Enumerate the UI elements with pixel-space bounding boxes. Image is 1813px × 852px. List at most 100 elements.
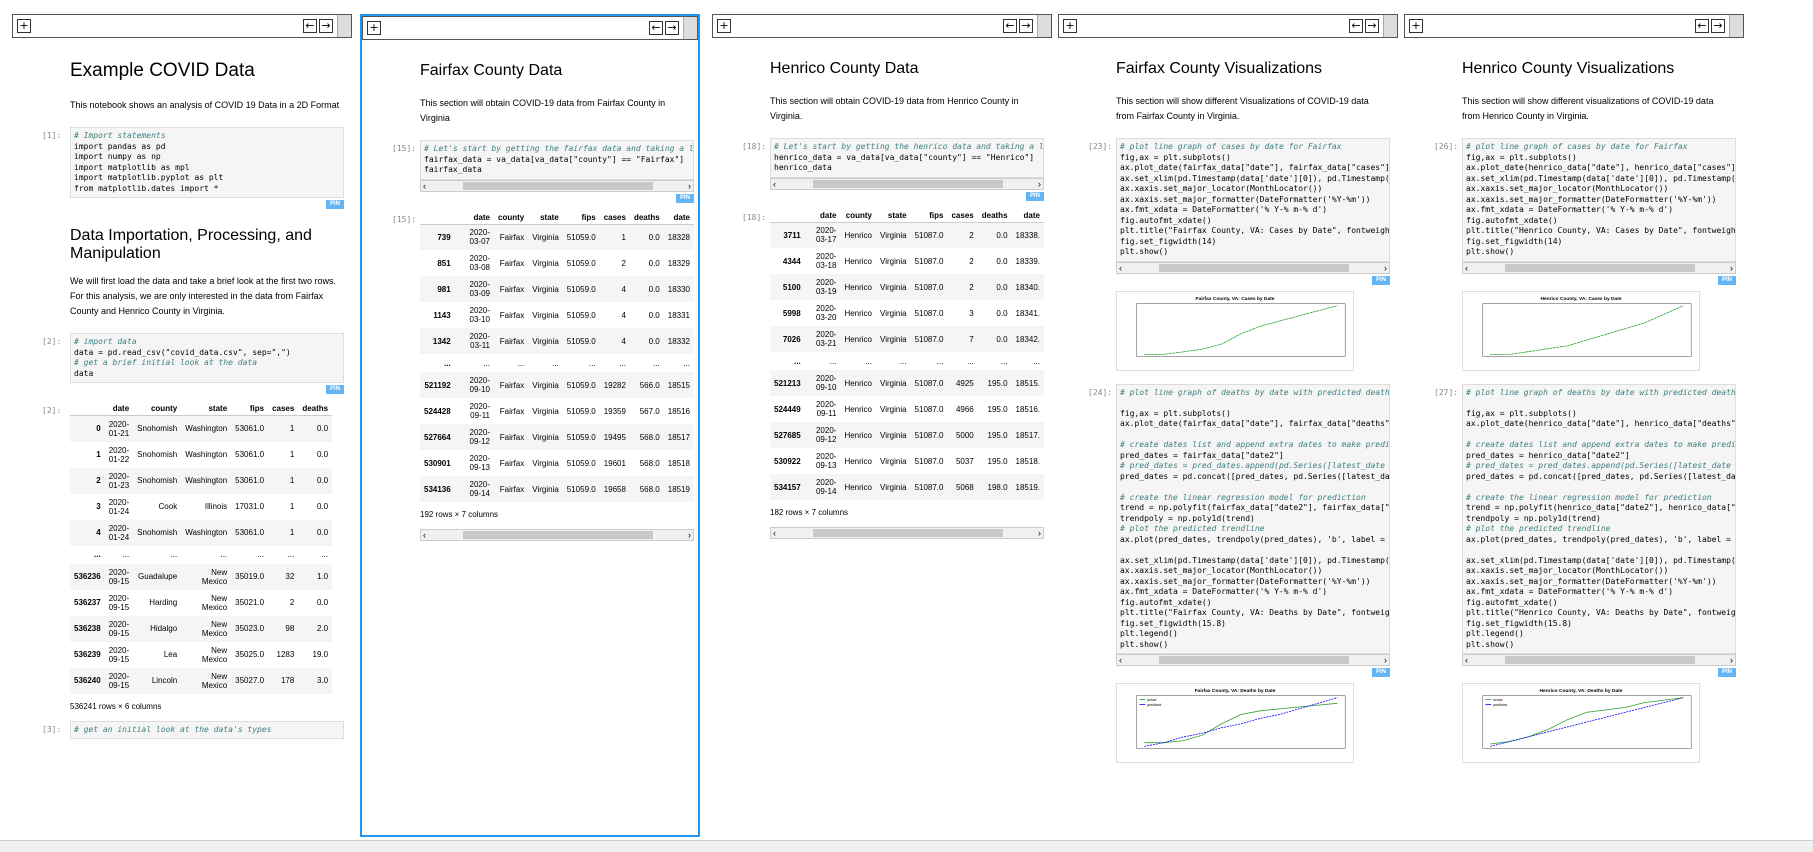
code-cell[interactable]: [26]: # plot line graph of cases by date… (1434, 138, 1738, 376)
code-editor[interactable]: # plot line graph of cases by date for F… (1116, 138, 1390, 262)
scroll-left-icon[interactable]: ‹ (1119, 655, 1122, 665)
scroll-left-icon[interactable]: ‹ (423, 530, 426, 540)
code-scrollbar[interactable]: ‹ › (420, 179, 694, 192)
row-index: 524428 (424, 406, 451, 416)
row-index: 4344 (782, 256, 801, 266)
scroll-right-icon[interactable]: › (1730, 263, 1733, 273)
window-horizontal-scrollbar[interactable] (0, 840, 1813, 852)
code-editor[interactable]: # get an initial look at the data's type… (70, 720, 344, 740)
scroll-right-icon[interactable]: › (1384, 655, 1387, 665)
table-cell: 2020-09-11 (469, 402, 490, 420)
next-icon[interactable]: → (1019, 19, 1033, 33)
pin-button[interactable]: PIN (326, 200, 344, 209)
code-cell[interactable]: [2]: # import data data = pd.read_csv("co… (42, 333, 346, 395)
code-scrollbar[interactable]: ‹ › (770, 177, 1044, 190)
table-cell: 35027.0 (231, 667, 269, 694)
table-scrollbar[interactable]: ‹ › (770, 527, 1044, 539)
prev-icon[interactable]: ← (1003, 19, 1017, 33)
panel-scrollbar[interactable] (337, 15, 351, 37)
code-cell[interactable]: [23]: # plot line graph of cases by date… (1088, 138, 1392, 376)
scroll-thumb[interactable] (1159, 656, 1349, 664)
scroll-thumb[interactable] (813, 529, 1003, 537)
pin-button[interactable]: PIN (1372, 668, 1390, 677)
next-icon[interactable]: → (319, 19, 333, 33)
panel-header: + ← → (712, 14, 1052, 38)
scroll-right-icon[interactable]: › (1730, 655, 1733, 665)
add-cell-button[interactable]: + (1063, 19, 1077, 33)
scroll-thumb[interactable] (1505, 263, 1695, 272)
table-scrollbar[interactable]: ‹ › (420, 529, 694, 541)
scroll-left-icon[interactable]: ‹ (1465, 263, 1468, 273)
table-cell: ... (552, 358, 559, 368)
code-scrollbar[interactable]: ‹ › (1116, 261, 1390, 274)
scroll-right-icon[interactable]: › (688, 181, 691, 191)
table-cell: 0.0 (317, 502, 329, 512)
table-cell: 18517 (663, 424, 694, 450)
panel-scrollbar[interactable] (1383, 15, 1397, 37)
code-line: # pred_dates = pred_dates.append(pd.Seri… (1120, 461, 1390, 470)
chart-title: Henrico County, VA: Cases by Date (1540, 295, 1621, 301)
pin-button[interactable]: PIN (1372, 275, 1390, 285)
table-cell: Virginia (528, 328, 563, 354)
add-cell-button[interactable]: + (17, 19, 31, 33)
scroll-thumb[interactable] (813, 179, 1003, 188)
panel-scrollbar[interactable] (1729, 15, 1743, 37)
next-icon[interactable]: → (1365, 19, 1379, 33)
table-cell: Henrico (844, 308, 873, 318)
add-cell-button[interactable]: + (1409, 19, 1423, 33)
table-cell: 51059.0 (562, 424, 600, 450)
table-cell: 19658 (599, 476, 630, 502)
prev-icon[interactable]: ← (649, 21, 663, 35)
code-scrollbar[interactable]: ‹ › (1462, 654, 1736, 666)
code-cell[interactable]: [27]: # plot line graph of deaths by dat… (1434, 383, 1738, 769)
prev-icon[interactable]: ← (1695, 19, 1709, 33)
scroll-left-icon[interactable]: ‹ (1465, 655, 1468, 665)
code-editor[interactable]: # Let's start by getting the fairfax dat… (420, 140, 694, 180)
column-header: deaths (977, 208, 1012, 223)
prev-icon[interactable]: ← (1349, 19, 1363, 33)
scroll-right-icon[interactable]: › (688, 530, 691, 540)
pin-button[interactable]: PIN (1026, 191, 1044, 201)
code-cell[interactable]: [24]: # plot line graph of deaths by dat… (1088, 383, 1392, 769)
code-scrollbar[interactable]: ‹ › (1462, 261, 1736, 274)
panel-scrollbar[interactable] (1037, 15, 1051, 37)
scroll-right-icon[interactable]: › (1038, 179, 1041, 189)
code-line: # plot line graph of cases by date for F… (1466, 142, 1688, 151)
pin-button[interactable]: PIN (676, 193, 694, 203)
code-editor[interactable]: # import data data = pd.read_csv("covid_d… (70, 333, 344, 384)
pin-button[interactable]: PIN (1718, 275, 1736, 285)
column-header: fips (910, 208, 948, 223)
next-icon[interactable]: → (665, 21, 679, 35)
cell-prompt: [27]: (1434, 387, 1459, 397)
code-cell[interactable]: [3]: # get an initial look at the data's… (42, 720, 346, 740)
code-line: ax.xaxis.set_major_locator(MonthLocator(… (1466, 184, 1669, 193)
code-cell[interactable]: [15]: # Let's start by getting the fairf… (392, 140, 694, 203)
panel-scrollbar[interactable] (683, 17, 697, 39)
scroll-right-icon[interactable]: › (1038, 528, 1041, 538)
code-editor[interactable]: # Let's start by getting the henrico dat… (770, 138, 1044, 178)
code-editor[interactable]: # plot line graph of deaths by date with… (1462, 383, 1736, 654)
add-cell-button[interactable]: + (717, 19, 731, 33)
pin-button[interactable]: PIN (1718, 668, 1736, 677)
prev-icon[interactable]: ← (303, 19, 317, 33)
scroll-thumb[interactable] (463, 181, 653, 190)
scroll-left-icon[interactable]: ‹ (423, 181, 426, 191)
add-cell-button[interactable]: + (367, 21, 381, 35)
scroll-thumb[interactable] (1505, 656, 1695, 664)
code-editor[interactable]: # plot line graph of deaths by date with… (1116, 383, 1390, 654)
code-scrollbar[interactable]: ‹ › (1116, 654, 1390, 666)
scroll-left-icon[interactable]: ‹ (773, 528, 776, 538)
table-cell: Henrico (844, 456, 873, 466)
code-editor[interactable]: # Import statements import pandas as pd im… (70, 127, 344, 198)
scroll-right-icon[interactable]: › (1384, 263, 1387, 273)
row-index: 2 (70, 467, 105, 494)
next-icon[interactable]: → (1711, 19, 1725, 33)
code-cell[interactable]: [1]: # Import statements import pandas as… (42, 127, 346, 209)
scroll-left-icon[interactable]: ‹ (773, 179, 776, 189)
scroll-left-icon[interactable]: ‹ (1119, 263, 1122, 273)
pin-button[interactable]: PIN (326, 385, 344, 395)
code-editor[interactable]: # plot line graph of cases by date for F… (1462, 138, 1736, 262)
scroll-thumb[interactable] (1159, 263, 1349, 272)
code-cell[interactable]: [18]: # Let's start by getting the henri… (742, 138, 1046, 201)
scroll-thumb[interactable] (463, 531, 653, 539)
